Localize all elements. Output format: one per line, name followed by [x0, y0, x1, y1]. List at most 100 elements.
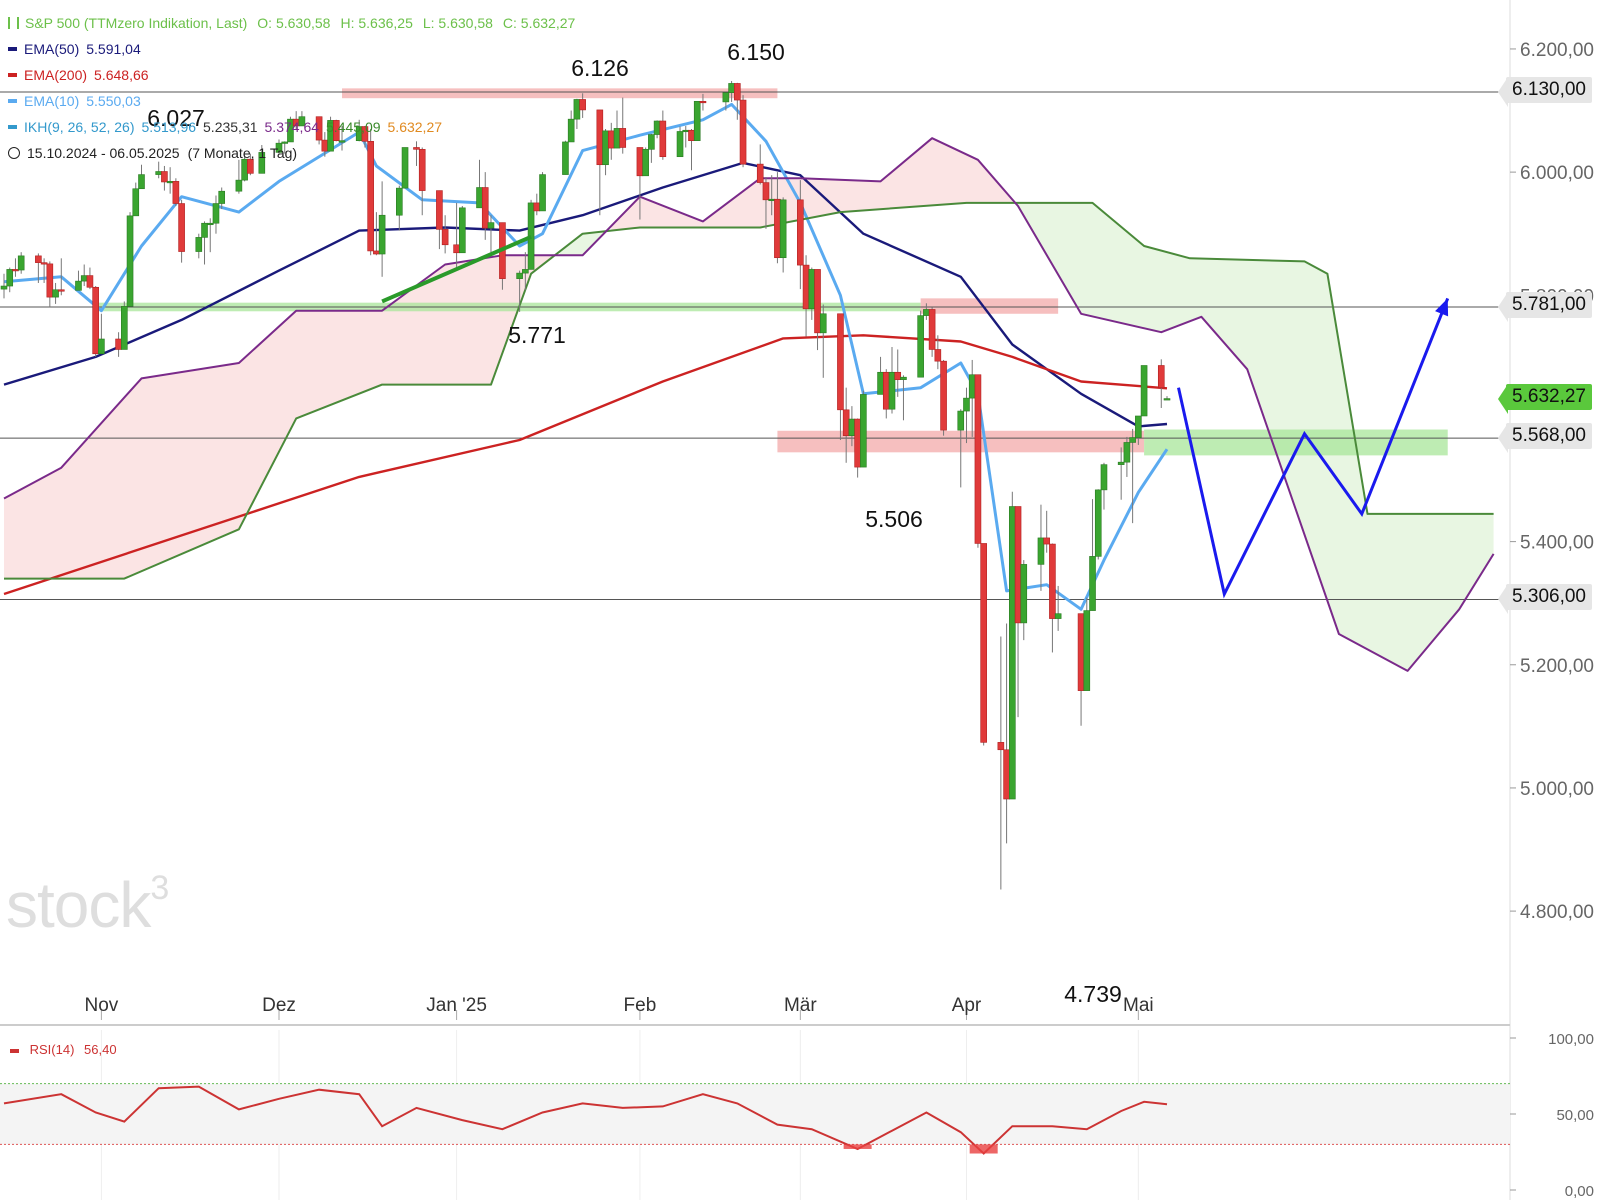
candle-body — [1140, 365, 1148, 417]
candle-body — [396, 187, 403, 216]
candle-body — [166, 181, 174, 184]
candle-body — [6, 269, 14, 287]
candle-112 — [940, 359, 947, 436]
candle-body — [997, 742, 1005, 751]
candle-body — [974, 374, 982, 544]
legend-swatch — [8, 125, 17, 129]
legend-label: EMA(200) — [24, 67, 88, 83]
candle-body — [1020, 564, 1028, 624]
candle-97 — [819, 304, 827, 378]
candle-body — [842, 409, 850, 436]
candle-121 — [1014, 506, 1022, 718]
period-range: 15.10.2024 - 06.05.2025 — [27, 145, 180, 161]
candle-body — [1129, 437, 1136, 443]
x-tick-label-0: Nov — [84, 995, 118, 1016]
candle-body — [1100, 464, 1108, 491]
candle-body — [802, 264, 810, 310]
sp500-chart[interactable]: 6.1266.1506.0275.7715.5064.739 6.200,006… — [0, 0, 1600, 1200]
candle-88 — [756, 144, 764, 185]
candle-body — [436, 190, 443, 230]
candle-87 — [739, 95, 747, 168]
candle-130 — [1094, 489, 1102, 560]
candle-127 — [1077, 613, 1085, 726]
candle-103 — [877, 356, 884, 395]
period-row: 15.10.2024 - 06.05.2025 (7 Monate, 1 Tag… — [8, 140, 575, 166]
legend-swatch — [8, 99, 17, 103]
candle-body — [115, 338, 122, 350]
candle-69 — [596, 109, 604, 216]
candle-body — [579, 99, 586, 111]
candle-119 — [1003, 623, 1010, 844]
legend-value: 5.374,64 — [264, 119, 320, 135]
price-label-pointer — [1498, 584, 1508, 615]
candle-14 — [115, 332, 122, 357]
candle-body — [1117, 461, 1125, 465]
candle-124 — [1043, 510, 1050, 553]
candle-body — [172, 181, 180, 204]
candle-body — [940, 360, 947, 431]
candle-body — [739, 99, 747, 165]
candle-133 — [1123, 436, 1131, 477]
annotation-5: 4.739 — [1064, 981, 1122, 1007]
ichimoku-cloud — [4, 138, 1494, 671]
y-tick-label-0: 6.200,00 — [1520, 40, 1594, 61]
candle-122 — [1020, 560, 1028, 641]
chart-legend: S&P 500 (TTMzero Indikation, Last) O: 5.… — [8, 10, 575, 166]
candle-78 — [659, 110, 667, 160]
candle-body — [797, 199, 804, 266]
price-label-pointer — [1498, 423, 1508, 454]
candle-body — [779, 199, 787, 259]
candle-body — [968, 374, 976, 399]
candle-body — [602, 130, 609, 166]
ohlc-0: O: 5.630,58 — [257, 15, 331, 31]
candle-body — [52, 289, 59, 298]
x-tick-label-5: Apr — [952, 995, 982, 1016]
candle-body — [0, 285, 8, 290]
x-tick-label-3: Feb — [624, 995, 657, 1016]
legend-swatch — [8, 47, 17, 51]
candle-54 — [453, 202, 460, 268]
candle-body — [682, 129, 690, 133]
candle-80 — [682, 125, 690, 148]
candle-body — [848, 418, 856, 436]
price-label-4: 5.306,00 — [1506, 584, 1592, 611]
candle-body — [963, 397, 970, 412]
candle-107 — [900, 375, 907, 421]
candle-body — [98, 338, 105, 355]
candle-body — [487, 222, 495, 229]
candle-25 — [201, 221, 208, 265]
candle-body — [1049, 543, 1056, 619]
candle-body — [877, 371, 884, 395]
clock-icon — [8, 147, 20, 159]
price-axis: 6.200,006.000,005.800,005.400,005.200,00… — [1510, 40, 1594, 923]
x-tick-label-4: Mär — [784, 995, 817, 1016]
candle-body — [894, 371, 902, 380]
candlestick-icon — [8, 17, 19, 29]
candle-92 — [779, 197, 787, 273]
candle-120 — [1009, 491, 1016, 800]
candle-129 — [1089, 499, 1096, 611]
candle-body — [768, 198, 775, 202]
x-tick-label-6: Mai — [1123, 995, 1154, 1016]
legend-value: 5.632,27 — [387, 119, 443, 135]
candle-body — [1043, 537, 1050, 545]
rsi-tick-0: 100,00 — [1548, 1031, 1594, 1048]
candle-body — [1014, 506, 1022, 624]
y-tick-label-4: 5.200,00 — [1520, 656, 1594, 677]
candle-body — [75, 280, 82, 291]
legend-label: EMA(10) — [24, 93, 80, 109]
candle-body — [132, 188, 140, 217]
candle-body — [1089, 556, 1096, 611]
candle-48 — [396, 185, 403, 231]
candle-125 — [1049, 543, 1056, 653]
period-detail: (7 Monate, 1 Tag) — [187, 145, 298, 161]
legend-value: 5.235,31 — [203, 119, 258, 135]
candle-body — [46, 263, 54, 298]
ohlc-values: O: 5.630,58 H: 5.636,25 L: 5.630,58 C: 5.63… — [247, 10, 575, 36]
candle-body — [92, 286, 99, 355]
x-tick-label-1: Dez — [262, 995, 296, 1016]
candle-73 — [619, 97, 627, 154]
candle-body — [522, 269, 529, 274]
candle-82 — [693, 100, 701, 142]
legend-title-row: S&P 500 (TTMzero Indikation, Last) O: 5.… — [8, 10, 575, 36]
